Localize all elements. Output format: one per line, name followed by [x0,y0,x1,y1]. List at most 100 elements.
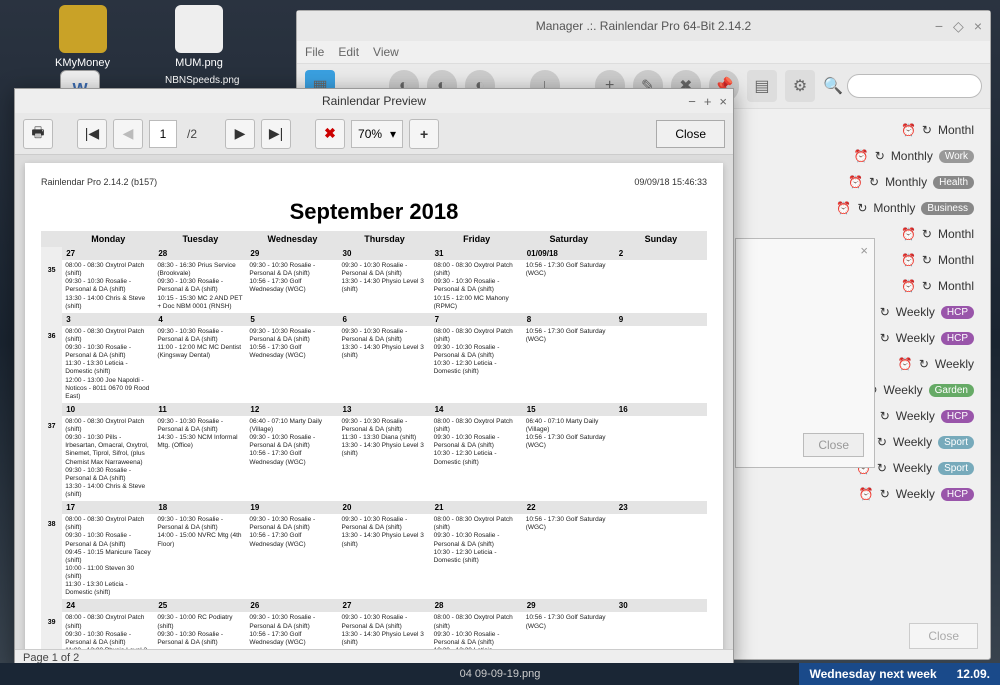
calendar-cell: 10:56 - 17:30 Golf Saturday (WGC) [523,326,615,403]
calendar-cell: 09:30 - 10:30 Rosalie - Personal & DA (s… [339,260,431,313]
manager-title: Manager .:. Rainlendar Pro 64-Bit 2.14.2 [536,19,751,33]
zoom-in-button[interactable]: + [409,119,439,149]
event-label: Weekly [896,487,935,501]
search-input[interactable] [847,74,982,98]
preview-toolbar: 🖶 |◀ ◀ /2 ▶ ▶| ✖ 70% ▾ + Close [15,113,733,155]
last-page-button[interactable]: ▶| [261,119,291,149]
dialog-close-button[interactable]: Close [803,433,864,457]
calendar-cell: 08:00 - 08:30 Oxytrol Patch (shift)09:30… [431,260,523,313]
day-number: 23 [615,501,707,514]
calendar-cell: 09:30 - 10:30 Rosalie - Personal & DA (s… [154,514,246,599]
doc-timestamp: 09/09/18 15:46:33 [634,177,707,187]
calendar-cell: 08:00 - 08:30 Oxytrol Patch (shift)09:30… [62,612,154,649]
desktop-icon-nbn[interactable]: NBNSpeeds.png [165,75,240,86]
event-label: Monthl [938,279,974,293]
menu-view[interactable]: View [373,45,399,59]
event-label: Monthl [938,253,974,267]
day-number: 22 [523,501,615,514]
first-page-button[interactable]: |◀ [77,119,107,149]
alarm-icon: ⏰ [848,175,863,189]
calendar-table: MondayTuesdayWednesdayThursdayFridaySatu… [41,231,707,649]
manager-close-button[interactable]: Close [909,623,978,649]
event-label: Weekly [935,357,974,371]
inner-dialog: × Close [735,238,875,468]
week-number: 35 [41,247,62,313]
calendar-cell: 08:30 - 16:30 Prius Service (Brookvale)0… [154,260,246,313]
close-icon[interactable]: × [860,243,868,258]
preview-titlebar[interactable]: Rainlendar Preview − + × [15,89,733,113]
calendar-title: September 2018 [41,199,707,225]
day-number: 5 [246,313,338,326]
day-number: 7 [431,313,523,326]
recur-icon: ↻ [880,331,890,345]
calendar-cell [615,514,707,599]
maximize-icon[interactable]: ◇ [953,18,964,35]
week-number: 39 [41,599,62,649]
event-label: Monthly [873,201,915,215]
event-label: Weekly [893,461,932,475]
zoom-out-button[interactable]: ✖ [315,119,345,149]
recur-icon: ↻ [880,305,890,319]
taskbar-clock[interactable]: Wednesday next week 12.09. [799,663,1000,685]
menu-file[interactable]: File [305,45,324,59]
day-number: 10 [62,403,154,416]
event-tag: Health [933,176,974,189]
recur-icon: ↻ [857,201,867,215]
day-number: 13 [339,403,431,416]
taskbar: 04 09-09-19.png Wednesday next week 12.0… [0,663,1000,685]
zoom-select[interactable]: 70% ▾ [351,120,403,148]
maximize-icon[interactable]: + [704,94,712,109]
calendar-cell: 09:30 - 10:30 Rosalie - Personal & DA (s… [154,416,246,501]
menu-edit[interactable]: Edit [338,45,359,59]
calendar-cell: 08:00 - 08:30 Oxytrol Patch (shift)09:30… [431,416,523,501]
day-number: 15 [523,403,615,416]
day-number: 29 [523,599,615,612]
close-icon[interactable]: × [719,94,727,109]
preview-canvas[interactable]: Rainlendar Pro 2.14.2 (b157) 09/09/18 15… [15,155,733,649]
alarm-icon: ⏰ [836,201,851,215]
tb-icon-changefeed[interactable]: ⚙ [785,70,815,102]
desktop-icon-kmymoney[interactable]: KMyMoney [55,5,110,69]
day-number: 29 [246,247,338,260]
taskbar-center-label[interactable]: 04 09-09-19.png [460,668,541,680]
event-tag: Sport [938,462,974,475]
day-number: 8 [523,313,615,326]
recur-icon: ↻ [922,227,932,241]
calendar-cell: 08:00 - 08:30 Oxytrol Patch (shift)09:30… [62,260,154,313]
event-label: Weekly [896,331,935,345]
event-tag: HCP [941,488,974,501]
calendar-cell: 09:30 - 10:30 Rosalie - Personal & DA (s… [154,326,246,403]
desktop-icon-mum[interactable]: MUM.png [175,5,223,69]
recur-icon: ↻ [919,357,929,371]
date-value: 12.09. [957,667,990,681]
close-icon[interactable]: × [974,18,982,35]
search-icon: 🔍 [823,76,843,96]
calendar-cell: 09:30 - 10:30 Rosalie - Personal & DA (s… [339,612,431,649]
prev-page-button[interactable]: ◀ [113,119,143,149]
icon-label: KMyMoney [55,57,110,69]
preview-title: Rainlendar Preview [322,94,426,108]
calendar-cell: 08:00 - 08:30 Oxytrol Patch (shift)09:30… [431,612,523,649]
manager-titlebar[interactable]: Manager .:. Rainlendar Pro 64-Bit 2.14.2… [297,11,990,41]
calendar-cell [615,416,707,501]
next-page-button[interactable]: ▶ [225,119,255,149]
event-tag: HCP [941,410,974,423]
page-number-input[interactable] [149,120,177,148]
preview-window: Rainlendar Preview − + × 🖶 |◀ ◀ /2 ▶ ▶| … [14,88,734,666]
doc-app-label: Rainlendar Pro 2.14.2 (b157) [41,177,157,187]
day-number: 14 [431,403,523,416]
minimize-icon[interactable]: − [688,94,696,109]
alarm-icon: ⏰ [901,123,916,137]
alarm-icon: ⏰ [859,487,874,501]
tb-icon-moveto[interactable]: ▤ [747,70,777,102]
preview-close-button[interactable]: Close [656,120,725,148]
print-button[interactable]: 🖶 [23,119,53,149]
minimize-icon[interactable]: − [935,18,943,35]
calendar-cell: 10:56 - 17:30 Golf Saturday (WGC) [523,260,615,313]
calendar-cell: 09:30 - 10:00 RC Podiatry (shift)09:30 -… [154,612,246,649]
calendar-cell: 06:40 - 07:10 Marty Daily (Village)10:56… [523,416,615,501]
day-number: 2 [615,247,707,260]
calendar-cell: 08:00 - 08:30 Oxytrol Patch (shift)09:30… [62,416,154,501]
day-number: 27 [339,599,431,612]
event-label: Monthl [938,123,974,137]
